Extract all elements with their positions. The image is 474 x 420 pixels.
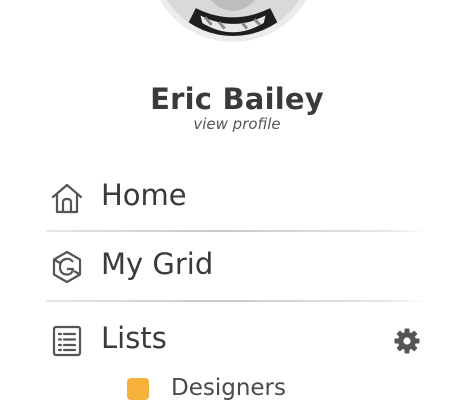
divider [46, 230, 426, 232]
list-item-designers[interactable]: Designers [0, 372, 474, 412]
profile-name: Eric Bailey [150, 82, 324, 116]
avatar-photo [154, 0, 312, 36]
nav-label-lists: Lists [101, 321, 167, 355]
home-icon [50, 181, 84, 215]
list-item-label: Designers [171, 375, 286, 401]
avatar[interactable] [148, 0, 318, 42]
nav-label-my-grid: My Grid [101, 247, 214, 281]
divider [46, 300, 426, 302]
view-profile-link[interactable]: view profile [0, 115, 474, 133]
grid-logo-icon [50, 250, 84, 284]
list-icon [50, 324, 84, 358]
lists-settings-button[interactable] [393, 327, 421, 355]
list-color-swatch [127, 378, 149, 400]
nav-label-home: Home [101, 178, 187, 212]
gear-icon [393, 327, 421, 355]
nav-item-home[interactable]: Home [0, 165, 474, 229]
nav-item-my-grid[interactable]: My Grid [0, 234, 474, 298]
